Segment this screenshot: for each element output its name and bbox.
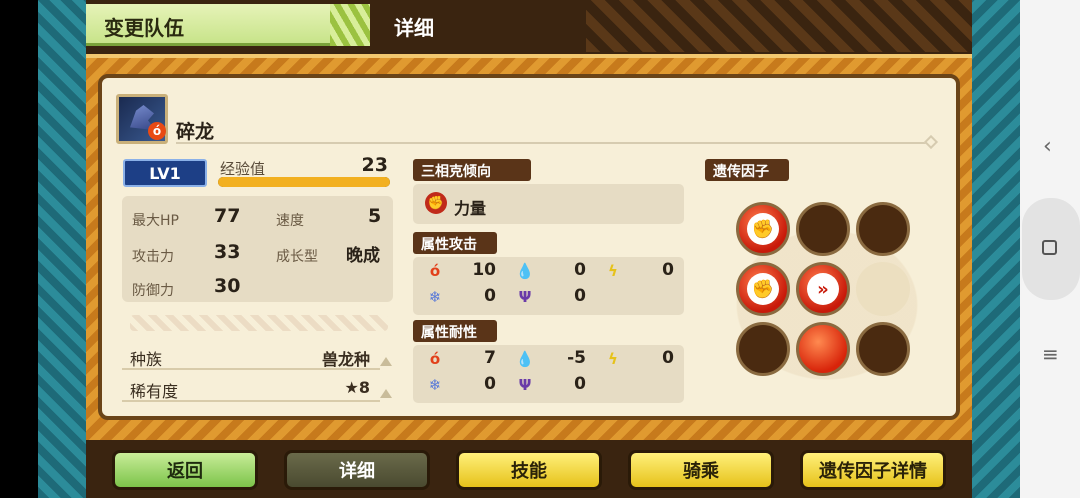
water-icon: 💧 <box>515 350 535 368</box>
affinity-title: 三相克倾向 <box>413 159 531 181</box>
dragon-icon: Ψ <box>518 288 532 306</box>
gene-slot-power[interactable]: ✊ <box>736 262 790 316</box>
element-attack-title: 属性攻击 <box>413 232 497 254</box>
detail-button[interactable]: 详细 <box>284 450 430 490</box>
gene-slot-faint <box>856 262 910 316</box>
dragon-icon: Ψ <box>518 376 532 394</box>
rarity-underline <box>122 400 380 402</box>
triangle-ornament-icon <box>380 389 392 398</box>
species-value: 兽龙种 <box>321 350 370 369</box>
ice-icon: ❄ <box>428 288 442 306</box>
affinity-type: 力量 <box>454 199 487 218</box>
gene-slot-empty[interactable] <box>856 202 910 256</box>
attack-fire-value: 10 <box>472 260 496 280</box>
gene-slot-empty[interactable] <box>856 322 910 376</box>
growth-label: 成长型 <box>276 249 318 265</box>
header-pattern <box>586 0 972 52</box>
nav-home-icon[interactable] <box>1042 240 1057 255</box>
speed-label: 速度 <box>276 213 304 229</box>
attack-ice-value: 0 <box>484 286 496 306</box>
tab-stripe-decoration <box>330 4 370 46</box>
decorative-strip <box>130 315 388 331</box>
defense-value: 30 <box>214 275 241 297</box>
frame-right-pattern <box>972 0 1020 498</box>
thunder-icon: ϟ <box>608 262 618 280</box>
exp-value: 23 <box>361 154 388 176</box>
resist-fire-value: 7 <box>484 348 496 368</box>
genes-title: 遗传因子 <box>705 159 789 181</box>
attack-thunder-value: 0 <box>662 260 674 280</box>
power-gene-icon: ✊ <box>747 213 779 245</box>
nav-back-icon[interactable]: ‹ <box>1043 134 1052 159</box>
exp-bar <box>218 177 390 187</box>
water-icon: 💧 <box>515 262 535 280</box>
attack-value: 33 <box>214 241 241 263</box>
growth-value: 晚成 <box>346 246 380 266</box>
level-badge: LV1 <box>123 159 207 187</box>
resist-water-value: -5 <box>567 348 586 368</box>
ride-button[interactable]: 骑乘 <box>628 450 774 490</box>
nav-menu-icon[interactable]: ≡ <box>1042 342 1059 366</box>
element-resist-title: 属性耐性 <box>413 320 497 342</box>
max-hp-label: 最大HP <box>132 213 179 229</box>
left-edge <box>0 0 38 498</box>
gene-slot-empty[interactable] <box>736 322 790 376</box>
defense-label: 防御力 <box>132 283 174 299</box>
frame-left-pattern <box>38 0 86 498</box>
triangle-ornament-icon <box>380 357 392 366</box>
power-gene-icon: ✊ <box>747 273 779 305</box>
ice-icon: ❄ <box>428 376 442 394</box>
exp-bar-fill <box>218 177 390 187</box>
name-underline <box>176 142 932 144</box>
attack-water-value: 0 <box>574 260 586 280</box>
rarity-label: 稀有度 <box>130 382 179 401</box>
gene-slot-speed[interactable]: » <box>796 262 850 316</box>
gene-slot-power[interactable]: ✊ <box>736 202 790 256</box>
gene-slot-empty[interactable] <box>796 202 850 256</box>
power-fist-icon: ✊ <box>425 192 447 214</box>
rarity-value: ★8 <box>344 378 370 397</box>
resist-ice-value: 0 <box>484 374 496 394</box>
speed-value: 5 <box>368 205 382 227</box>
fire-element-badge-icon: ó <box>148 122 166 140</box>
fire-icon: ó <box>429 350 441 368</box>
monster-name: 碎龙 <box>176 121 215 143</box>
attack-dragon-value: 0 <box>574 286 586 306</box>
max-hp-value: 77 <box>214 205 241 227</box>
tab-change-team-label[interactable]: 变更队伍 <box>104 12 184 41</box>
attack-label: 攻击力 <box>132 249 174 265</box>
speed-gene-icon: » <box>807 273 839 305</box>
species-label: 种族 <box>130 350 163 369</box>
resist-dragon-value: 0 <box>574 374 586 394</box>
gene-detail-button[interactable]: 遗传因子详情 <box>800 450 946 490</box>
skills-button[interactable]: 技能 <box>456 450 602 490</box>
back-button[interactable]: 返回 <box>112 450 258 490</box>
gene-slot-red[interactable] <box>796 322 850 376</box>
fire-icon: ó <box>429 262 441 280</box>
exp-label: 经验值 <box>220 160 266 178</box>
thunder-icon: ϟ <box>608 350 618 368</box>
resist-thunder-value: 0 <box>662 348 674 368</box>
species-underline <box>122 368 380 370</box>
tab-detail-label: 详细 <box>394 16 434 40</box>
